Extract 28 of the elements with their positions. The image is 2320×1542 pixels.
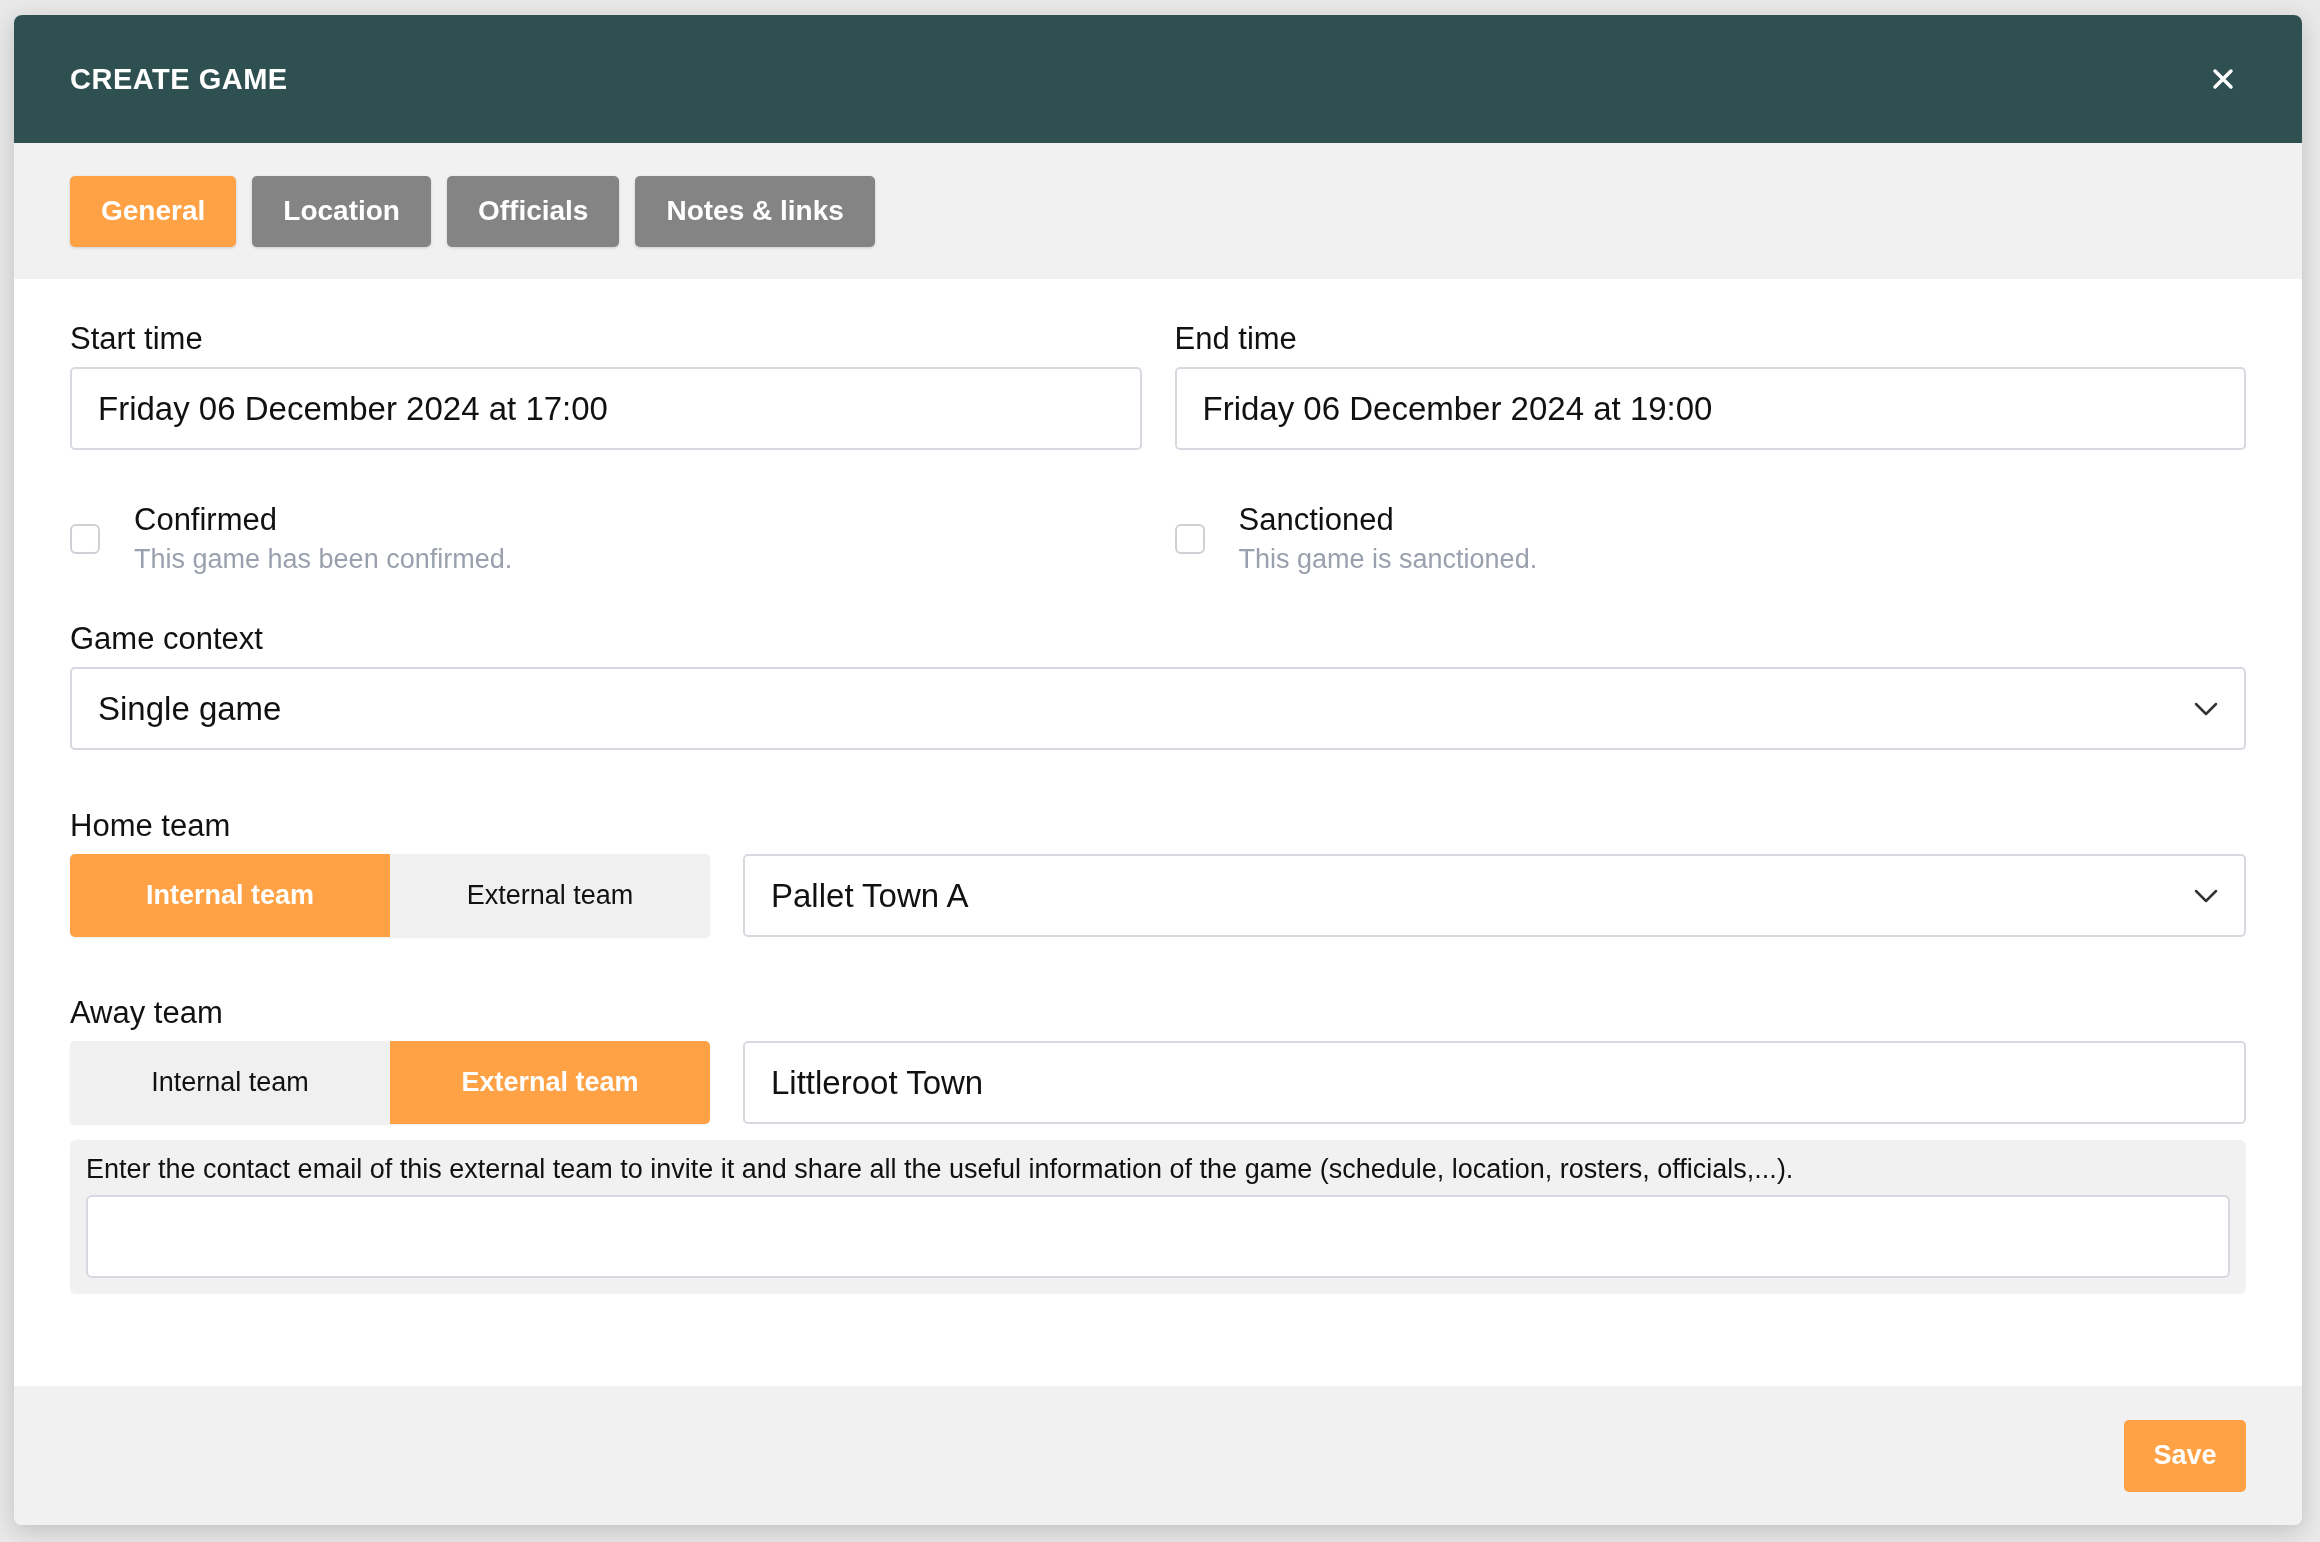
invite-instructions: Enter the contact email of this external team to invite it and share all the useful information of the game (schedule, location, rosters, officials,...). xyxy=(86,1154,1795,1185)
field-label: Home team xyxy=(70,808,232,844)
toggle-option[interactable]: Internal team xyxy=(70,1041,390,1124)
checkbox-description: This game has been confirmed. xyxy=(134,544,513,575)
checkbox-description: This game is sanctioned. xyxy=(1238,544,1538,575)
team-select[interactable]: Pallet Town A xyxy=(743,854,2246,937)
game-context-select[interactable]: Single game xyxy=(70,667,2246,750)
checkbox-label: Sanctioned xyxy=(1238,502,1395,538)
email-input-field[interactable] xyxy=(86,1195,2230,1278)
chevron-down-icon xyxy=(2194,888,2218,903)
team-name-field[interactable]: Littleroot Town xyxy=(743,1041,2246,1124)
date-time-field[interactable]: Friday 06 December 2024 at 19:00 xyxy=(1174,367,2246,450)
tab[interactable]: Officials xyxy=(446,175,620,247)
field-label: Game context xyxy=(70,621,264,657)
select-value: Single game xyxy=(98,689,282,728)
field-label: End time xyxy=(1174,321,1298,357)
select-value: Pallet Town A xyxy=(771,876,969,915)
tab[interactable]: Notes & links xyxy=(635,175,875,247)
date-time-field[interactable]: Friday 06 December 2024 at 17:00 xyxy=(70,367,1142,450)
field-label: Start time xyxy=(70,321,204,357)
checkbox-label: Confirmed xyxy=(134,502,278,538)
chevron-down-icon xyxy=(2194,701,2218,716)
checkbox[interactable] xyxy=(1174,523,1205,554)
dialog-title: CREATE GAME xyxy=(70,62,288,96)
toggle-option[interactable]: External team xyxy=(390,854,710,937)
field-label: Away team xyxy=(70,995,224,1031)
tab[interactable]: Location xyxy=(252,175,431,247)
checkbox[interactable] xyxy=(70,523,100,554)
